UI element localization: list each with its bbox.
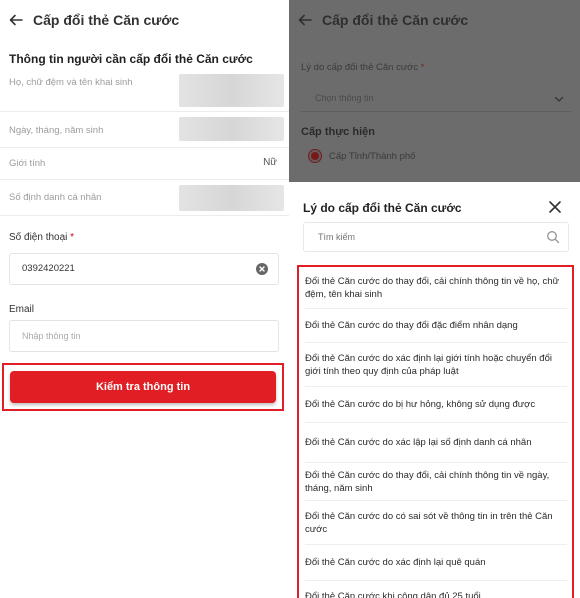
reason-option[interactable]: Đổi thẻ Căn cước do thay đổi, cải chính … (305, 463, 567, 501)
personal-id-label: Số định danh cá nhân (9, 192, 102, 203)
full-name-row: Họ, chữ đệm và tên khai sinh (0, 70, 289, 112)
reason-options-highlight: Đổi thẻ Căn cước do thay đổi, cải chính … (297, 265, 574, 598)
phone-label: Số điện thoại * (9, 232, 74, 243)
reason-label-text: Lý do cấp đổi thẻ Căn cước (301, 62, 419, 73)
email-input[interactable]: Nhập thông tin (9, 320, 279, 352)
check-info-button[interactable]: Kiểm tra thông tin (10, 371, 276, 403)
back-arrow-icon[interactable] (9, 13, 23, 27)
level-label: Cấp thực hiện (301, 126, 375, 138)
full-name-label: Họ, chữ đệm và tên khai sinh (9, 77, 133, 88)
top-bar: Cấp đổi thẻ Căn cước (0, 0, 289, 40)
reason-select-placeholder: Chọn thông tin (315, 93, 374, 103)
level-option-label: Cấp Tỉnh/Thành phố (329, 151, 416, 162)
gender-value: Nữ (263, 157, 277, 168)
gender-label: Giới tính (9, 158, 46, 169)
reason-option[interactable]: Đổi thẻ Căn cước do bị hư hỏng, không sử… (305, 387, 567, 423)
top-bar-dimmed: Cấp đổi thẻ Căn cước (289, 0, 580, 40)
reason-option[interactable]: Đổi thẻ Căn cước do thay đổi, cải chính … (305, 267, 567, 309)
section-title: Thông tin người cần cấp đổi thẻ Căn cước (9, 52, 253, 66)
email-placeholder: Nhập thông tin (22, 331, 81, 341)
reason-label: Lý do cấp đổi thẻ Căn cước * (301, 62, 425, 73)
phone-value: 0392420221 (22, 263, 75, 274)
search-icon[interactable] (546, 230, 560, 249)
reason-option[interactable]: Đổi thẻ Căn cước do xác định lại quê quá… (305, 545, 567, 581)
full-name-value-blurred (179, 74, 284, 107)
radio-selected (309, 150, 321, 162)
phone-input[interactable]: 0392420221 (9, 253, 279, 285)
required-mark: * (70, 232, 75, 243)
dob-row: Ngày, tháng, năm sinh (0, 112, 289, 148)
reason-option[interactable]: Đổi thẻ Căn cước do xác lập lại số định … (305, 423, 567, 463)
dob-value-blurred (179, 117, 284, 141)
page-title: Cấp đổi thẻ Căn cước (322, 12, 469, 28)
reason-option[interactable]: Đổi thẻ Căn cước do có sai sót về thông … (305, 501, 567, 545)
search-box[interactable] (303, 222, 569, 252)
clear-icon[interactable] (256, 263, 268, 275)
search-input[interactable] (318, 232, 538, 242)
left-screen: Cấp đổi thẻ Căn cước Thông tin người cần… (0, 0, 289, 598)
chevron-down-icon (553, 92, 565, 110)
reason-select: Chọn thông tin (301, 84, 571, 112)
gender-row: Giới tính Nữ (0, 148, 289, 180)
dob-label: Ngày, tháng, năm sinh (9, 125, 104, 136)
reason-option[interactable]: Đổi thẻ Căn cước do thay đổi đặc điểm nh… (305, 309, 567, 343)
phone-label-text: Số điện thoại (9, 232, 68, 243)
page-title: Cấp đổi thẻ Căn cước (33, 12, 180, 28)
required-mark: * (420, 62, 425, 73)
check-button-highlight: Kiểm tra thông tin (2, 363, 284, 411)
email-label: Email (9, 304, 35, 315)
close-icon[interactable] (548, 200, 562, 219)
back-arrow-icon (298, 13, 312, 27)
reason-option[interactable]: Đổi thẻ Căn cước khi công dân đủ 25 tuổi (305, 581, 567, 598)
dimmed-background[interactable]: Cấp đổi thẻ Căn cước Lý do cấp đổi thẻ C… (289, 0, 580, 182)
personal-id-value-blurred (179, 185, 284, 211)
right-screen: Cấp đổi thẻ Căn cước Lý do cấp đổi thẻ C… (289, 0, 580, 598)
sheet-title: Lý do cấp đổi thẻ Căn cước (303, 201, 462, 215)
reason-option[interactable]: Đổi thẻ Căn cước do xác định lại giới tí… (305, 343, 567, 387)
reason-bottom-sheet: Lý do cấp đổi thẻ Căn cước Đổi thẻ Căn c… (289, 182, 580, 598)
personal-id-row: Số định danh cá nhân (0, 180, 289, 216)
